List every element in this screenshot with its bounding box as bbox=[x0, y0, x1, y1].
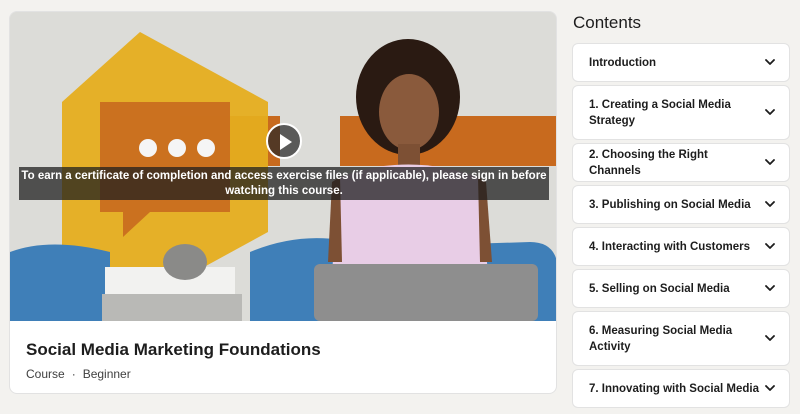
section-introduction[interactable]: Introduction bbox=[572, 43, 790, 82]
course-title: Social Media Marketing Foundations bbox=[26, 340, 321, 359]
chevron-down-icon bbox=[765, 242, 775, 249]
section-label: 5. Selling on Social Media bbox=[589, 282, 730, 295]
chevron-down-icon bbox=[765, 200, 775, 207]
contents-panel: Contents Introduction 1. Creating a Soci… bbox=[572, 0, 792, 414]
section-label: 7. Innovating with Social Media bbox=[589, 382, 759, 395]
course-info: Social Media Marketing Foundations Cours… bbox=[10, 321, 556, 382]
chevron-down-icon bbox=[765, 334, 775, 341]
sections-list: Introduction 1. Creating a Social Media … bbox=[572, 43, 792, 411]
course-level: Beginner bbox=[82, 367, 131, 381]
play-button[interactable] bbox=[266, 123, 302, 159]
meta-separator: · bbox=[71, 367, 76, 381]
section-label: Introduction bbox=[589, 56, 657, 69]
section-2[interactable]: 2. Choosing the Right Channels bbox=[572, 143, 790, 182]
section-label: 3. Publishing on Social Media bbox=[589, 198, 751, 211]
sign-in-notice: To earn a certificate of completion and … bbox=[19, 167, 549, 200]
section-3[interactable]: 3. Publishing on Social Media bbox=[572, 185, 790, 224]
section-label: 4. Interacting with Customers bbox=[589, 240, 751, 253]
contents-title: Contents bbox=[573, 13, 642, 32]
section-1[interactable]: 1. Creating a Social Media Strategy bbox=[572, 85, 790, 140]
course-card: To earn a certificate of completion and … bbox=[9, 11, 557, 394]
chevron-down-icon bbox=[765, 158, 775, 165]
section-label: 2. Choosing the Right Channels bbox=[589, 148, 708, 177]
play-icon bbox=[280, 134, 292, 150]
section-label: 1. Creating a Social Media Strategy bbox=[589, 98, 731, 127]
course-meta: Course · Beginner bbox=[26, 366, 540, 382]
section-5[interactable]: 5. Selling on Social Media bbox=[572, 269, 790, 308]
video-player[interactable]: To earn a certificate of completion and … bbox=[10, 12, 556, 321]
section-4[interactable]: 4. Interacting with Customers bbox=[572, 227, 790, 266]
chevron-down-icon bbox=[765, 384, 775, 391]
section-7[interactable]: 7. Innovating with Social Media bbox=[572, 369, 790, 408]
course-type: Course bbox=[26, 367, 65, 381]
chevron-down-icon bbox=[765, 108, 775, 115]
chevron-down-icon bbox=[765, 58, 775, 65]
section-6[interactable]: 6. Measuring Social Media Activity bbox=[572, 311, 790, 366]
section-label: 6. Measuring Social Media Activity bbox=[589, 324, 733, 353]
chevron-down-icon bbox=[765, 284, 775, 291]
